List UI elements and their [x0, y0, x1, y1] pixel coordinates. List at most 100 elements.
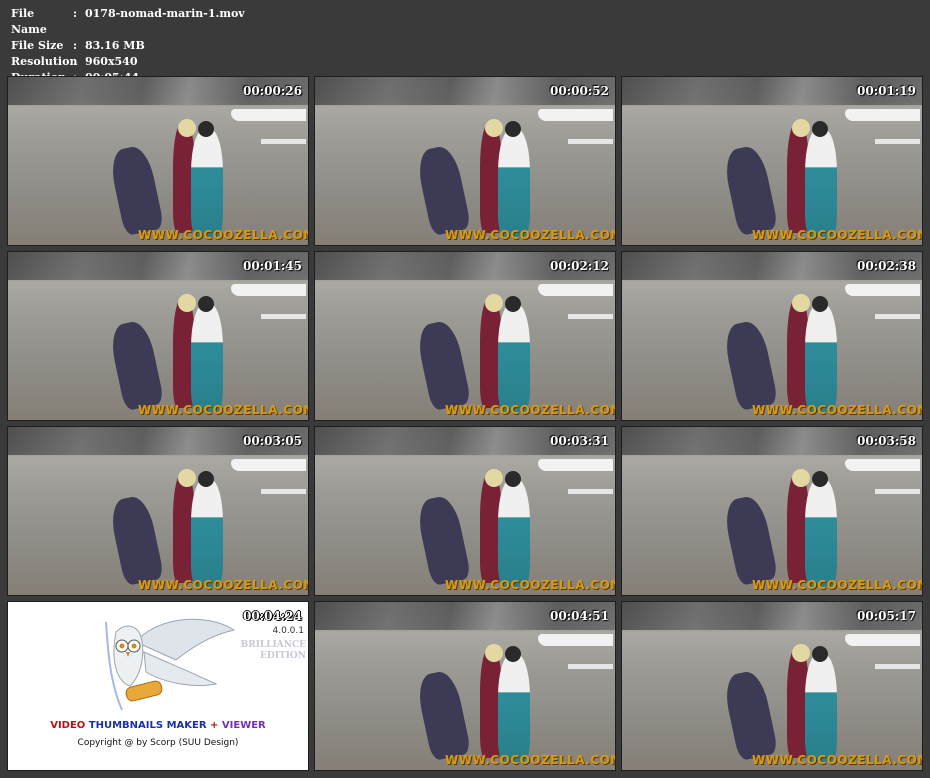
thumbnail-timestamp: 00:03:05 — [243, 434, 302, 448]
surf-scene — [538, 634, 613, 646]
thumbnail-frame[interactable]: WWW.COCOOZELLA.COM 00:00:52 — [314, 76, 616, 246]
thumbnail-timestamp: 00:03:31 — [550, 434, 609, 448]
surf-scene — [845, 459, 920, 471]
dancer-head — [198, 121, 214, 137]
edition-line1: BRILLIANCE — [240, 640, 306, 650]
thumbnail-frame[interactable]: WWW.COCOOZELLA.COM 00:00:26 — [7, 76, 309, 246]
dancer-head — [178, 119, 196, 137]
site-watermark: WWW.COCOOZELLA.COM — [445, 403, 616, 417]
surf-scene — [261, 489, 306, 494]
dancer-head — [485, 119, 503, 137]
dancer-figure — [721, 493, 779, 587]
surf-scene — [261, 139, 306, 144]
file-size-label: File Size — [11, 39, 64, 52]
thumbnail-frame[interactable]: WWW.COCOOZELLA.COM 00:05:17 — [621, 601, 923, 771]
dancer-figure — [414, 143, 472, 237]
surf-scene — [845, 634, 920, 646]
dancer-figure — [414, 493, 472, 587]
surf-scene — [538, 109, 613, 121]
brand-video: VIDEO — [50, 720, 86, 731]
site-watermark: WWW.COCOOZELLA.COM — [138, 403, 309, 417]
thumbnail-timestamp: 00:02:12 — [550, 259, 609, 273]
dancer-head — [792, 294, 810, 312]
thumbnail-timestamp: 00:05:17 — [857, 609, 916, 623]
site-watermark: WWW.COCOOZELLA.COM — [752, 403, 923, 417]
site-watermark: WWW.COCOOZELLA.COM — [445, 578, 616, 592]
thumbnail-frame[interactable]: WWW.COCOOZELLA.COM 00:03:58 — [621, 426, 923, 596]
thumbnail-timestamp: 00:02:38 — [857, 259, 916, 273]
site-watermark: WWW.COCOOZELLA.COM — [752, 228, 923, 242]
thumbnail-frame[interactable]: WWW.COCOOZELLA.COM 00:04:51 — [314, 601, 616, 771]
file-info-header: File Name : 0178-nomad-marin-1.mov File … — [11, 6, 245, 86]
dancer-figure — [805, 479, 837, 587]
thumbnail-frame[interactable]: WWW.COCOOZELLA.COM 00:02:12 — [314, 251, 616, 421]
dancer-head — [485, 644, 503, 662]
site-watermark: WWW.COCOOZELLA.COM — [445, 228, 616, 242]
thumbnail-logo-frame[interactable]: 00:04:24 4.0.0.1 BRILLIANCE EDITION VIDEO TH… — [7, 601, 309, 771]
dancer-figure — [721, 668, 779, 762]
app-version: 4.0.0.1 — [272, 626, 305, 636]
dancer-figure — [191, 479, 223, 587]
dancer-head — [812, 646, 828, 662]
dancer-head — [505, 296, 521, 312]
resolution-row: Resolution : 960x540 — [11, 54, 245, 70]
thumbnail-frame[interactable]: WWW.COCOOZELLA.COM 00:03:31 — [314, 426, 616, 596]
file-name-row: File Name : 0178-nomad-marin-1.mov — [11, 6, 245, 38]
resolution-label: Resolution — [11, 55, 78, 68]
surf-scene — [538, 284, 613, 296]
dancer-head — [198, 296, 214, 312]
site-watermark: WWW.COCOOZELLA.COM — [445, 753, 616, 767]
edition-label: BRILLIANCE EDITION — [241, 640, 306, 662]
file-size-sep: : — [73, 39, 78, 52]
thumbnail-timestamp: 00:04:24 — [243, 609, 302, 623]
thumbnail-timestamp: 00:01:45 — [243, 259, 302, 273]
dancer-head — [812, 471, 828, 487]
surf-scene — [568, 664, 613, 669]
surf-scene — [261, 314, 306, 319]
dancer-figure — [191, 129, 223, 237]
surf-scene — [568, 489, 613, 494]
dancer-head — [792, 119, 810, 137]
thumbnail-frame[interactable]: WWW.COCOOZELLA.COM 00:03:05 — [7, 426, 309, 596]
dancer-figure — [805, 304, 837, 412]
file-name-label: File Name — [11, 7, 47, 36]
surf-scene — [875, 489, 920, 494]
dancer-figure — [721, 143, 779, 237]
dancer-head — [792, 644, 810, 662]
thumbnail-timestamp: 00:00:26 — [243, 84, 302, 98]
dancer-head — [505, 471, 521, 487]
dancer-head — [792, 469, 810, 487]
dancer-figure — [107, 493, 165, 587]
dancer-figure — [107, 318, 165, 412]
edition-line2: EDITION — [260, 651, 306, 661]
surf-scene — [231, 284, 306, 296]
surf-scene — [845, 109, 920, 121]
thumbnail-timestamp: 00:03:58 — [857, 434, 916, 448]
dancer-head — [505, 121, 521, 137]
file-name-value: 0178-nomad-marin-1.mov — [85, 7, 245, 20]
file-name-sep: : — [73, 7, 78, 20]
dancer-head — [485, 294, 503, 312]
surf-scene — [845, 284, 920, 296]
surf-scene — [875, 664, 920, 669]
dancer-head — [198, 471, 214, 487]
app-brand: VIDEO THUMBNAILS MAKER + VIEWER — [8, 720, 308, 731]
copyright-text: Copyright @ by Scorp (SUU Design) — [77, 738, 239, 748]
surf-scene — [231, 459, 306, 471]
dancer-figure — [498, 654, 530, 762]
dancer-head — [485, 469, 503, 487]
dancer-head — [178, 294, 196, 312]
surf-scene — [568, 314, 613, 319]
dancer-figure — [805, 129, 837, 237]
brand-viewer: VIEWER — [221, 720, 266, 731]
thumbnail-frame[interactable]: WWW.COCOOZELLA.COM 00:02:38 — [621, 251, 923, 421]
thumbnail-frame[interactable]: WWW.COCOOZELLA.COM 00:01:19 — [621, 76, 923, 246]
thumbnail-frame[interactable]: WWW.COCOOZELLA.COM 00:01:45 — [7, 251, 309, 421]
thumbnail-timestamp: 00:00:52 — [550, 84, 609, 98]
dancer-head — [812, 296, 828, 312]
dancer-head — [505, 646, 521, 662]
dancer-figure — [805, 654, 837, 762]
surf-scene — [538, 459, 613, 471]
brand-plus: + — [210, 720, 219, 731]
dancer-figure — [414, 668, 472, 762]
